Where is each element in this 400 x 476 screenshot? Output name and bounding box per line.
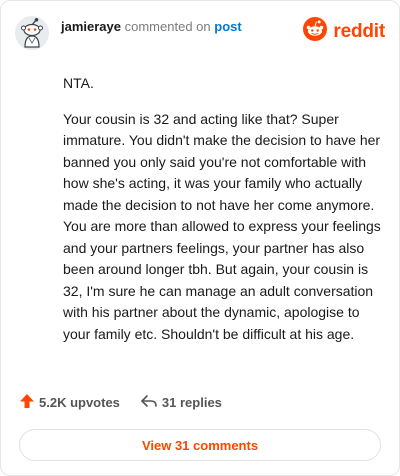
upvote-count: 5.2K upvotes [39, 395, 120, 410]
comment-header: jamieraye commented on post reddit [15, 15, 385, 51]
replies-button[interactable]: 31 replies [140, 393, 222, 412]
view-comments-button[interactable]: View 31 comments [19, 429, 381, 461]
comment-paragraph: NTA. [63, 75, 94, 91]
upvote-button[interactable]: 5.2K upvotes [19, 393, 120, 412]
snoo-avatar-icon[interactable] [15, 16, 49, 50]
reply-arrow-icon [140, 393, 158, 412]
reddit-logo[interactable]: reddit [303, 17, 385, 46]
reddit-wordmark: reddit [333, 20, 385, 42]
action-text: commented on [124, 19, 211, 34]
replies-count: 31 replies [161, 395, 222, 410]
comment-actions: 5.2K upvotes 31 replies [19, 393, 222, 412]
upvote-arrow-icon [19, 393, 35, 412]
post-link[interactable]: post [214, 19, 241, 34]
username-link[interactable]: jamieraye [61, 19, 121, 34]
comment-card: jamieraye commented on post reddit NTA. … [0, 0, 400, 476]
reddit-snoo-icon [303, 17, 328, 46]
comment-paragraph: Your cousin is 32 and acting like that? … [63, 110, 381, 342]
comment-meta: jamieraye commented on post [61, 19, 242, 35]
comment-body: NTA. Your cousin is 32 and acting like t… [63, 73, 381, 359]
